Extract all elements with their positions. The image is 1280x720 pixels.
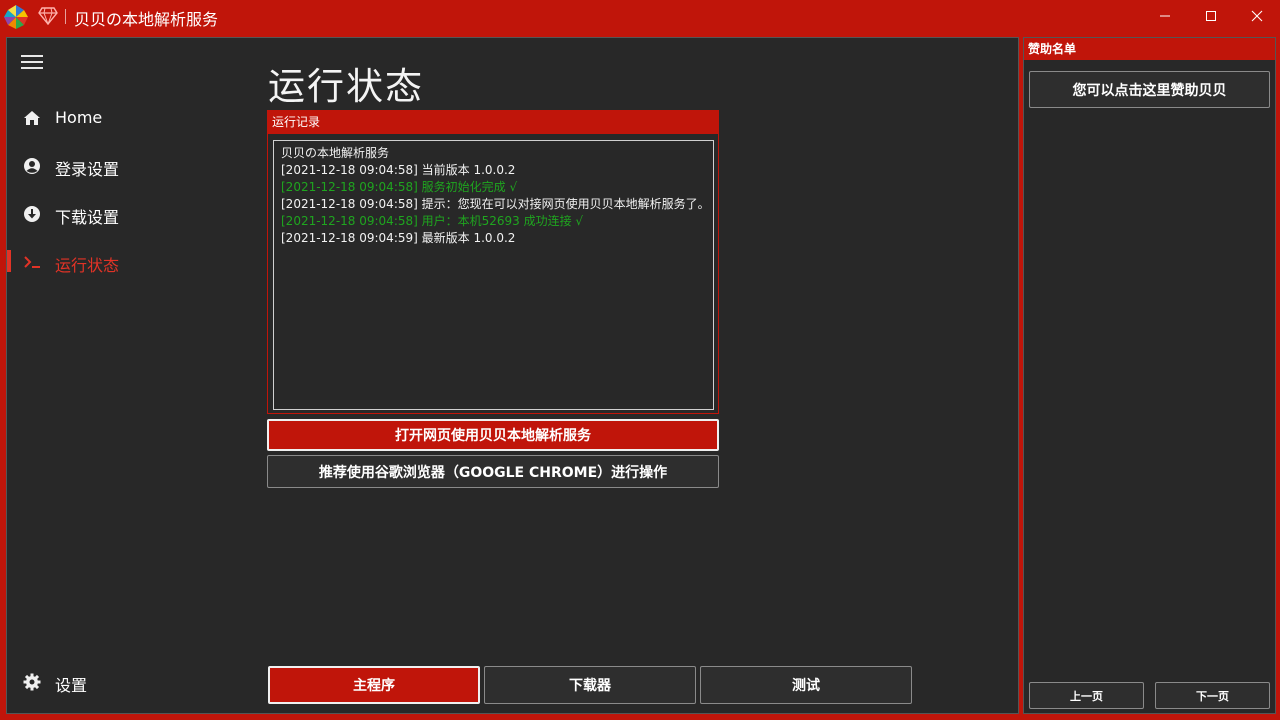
log-line: [2021-12-18 09:04:58] 服务初始化完成 √ — [281, 180, 518, 194]
open-web-button[interactable]: 打开网页使用贝贝本地解析服务 — [267, 419, 719, 451]
sidebar-item-label: Home — [55, 108, 103, 127]
download-circle-icon — [24, 206, 40, 222]
log-line: [2021-12-18 09:04:58] 用户：本机52693 成功连接 √ — [281, 214, 584, 228]
app-logo-icon — [4, 5, 28, 29]
sidebar-item-label: 下载设置 — [55, 208, 120, 227]
sidebar-item-label: 运行状态 — [55, 256, 120, 275]
sidebar-item-settings[interactable]: 设置 — [7, 664, 247, 700]
home-icon — [24, 111, 40, 125]
sidebar-item-home[interactable]: Home — [7, 100, 247, 136]
next-page-button[interactable]: 下一页 — [1155, 682, 1270, 709]
maximize-icon — [1206, 11, 1216, 21]
window-title: 贝贝の本地解析服务 — [74, 10, 219, 29]
gear-icon — [23, 673, 41, 691]
log-panel-header: 运行记录 — [268, 111, 718, 134]
sponsor-button[interactable]: 您可以点击这里赞助贝贝 — [1029, 71, 1270, 108]
gem-icon — [38, 7, 58, 25]
sidebar-item-label: 设置 — [55, 676, 88, 695]
minimize-icon — [1160, 15, 1170, 17]
log-panel: 运行记录 贝贝の本地解析服务 [2021-12-18 09:04:58] 当前版… — [267, 110, 719, 414]
prev-page-button[interactable]: 上一页 — [1029, 682, 1144, 709]
close-button[interactable] — [1234, 0, 1280, 32]
sidebar-item-run-status[interactable]: 运行状态 — [7, 244, 247, 280]
sidebar-item-login-settings[interactable]: 登录设置 — [7, 148, 247, 184]
log-line: [2021-12-18 09:04:59] 最新版本 1.0.0.2 — [281, 231, 516, 245]
main-frame: Home 登录设置 下载设置 运行状态 设置 运行状态 运行记录 贝贝の本地解析… — [6, 37, 1019, 714]
sponsor-panel-header: 赞助名单 — [1024, 38, 1275, 60]
sidebar-item-download-settings[interactable]: 下载设置 — [7, 196, 247, 232]
tab-main-program[interactable]: 主程序 — [268, 666, 480, 704]
title-separator — [65, 9, 66, 24]
log-line: [2021-12-18 09:04:58] 当前版本 1.0.0.2 — [281, 163, 516, 177]
user-circle-icon — [24, 158, 40, 174]
sponsor-panel: 赞助名单 您可以点击这里赞助贝贝 上一页 下一页 — [1023, 37, 1276, 714]
minimize-button[interactable] — [1142, 0, 1188, 32]
page-title: 运行状态 — [268, 65, 424, 108]
title-bar: 贝贝の本地解析服务 — [0, 0, 1280, 32]
close-icon — [1251, 10, 1263, 22]
hamburger-menu-icon[interactable] — [21, 54, 43, 70]
maximize-button[interactable] — [1188, 0, 1234, 32]
tab-test[interactable]: 测试 — [700, 666, 912, 704]
recommend-chrome-button[interactable]: 推荐使用谷歌浏览器（GOOGLE CHROME）进行操作 — [267, 455, 719, 488]
terminal-icon — [24, 256, 40, 268]
tab-downloader[interactable]: 下载器 — [484, 666, 696, 704]
log-output[interactable]: 贝贝の本地解析服务 [2021-12-18 09:04:58] 当前版本 1.0… — [273, 140, 714, 410]
log-line: 贝贝の本地解析服务 — [281, 146, 390, 160]
sidebar-item-label: 登录设置 — [55, 160, 120, 179]
log-line: [2021-12-18 09:04:58] 提示：您现在可以对接网页使用贝贝本地… — [281, 197, 706, 211]
